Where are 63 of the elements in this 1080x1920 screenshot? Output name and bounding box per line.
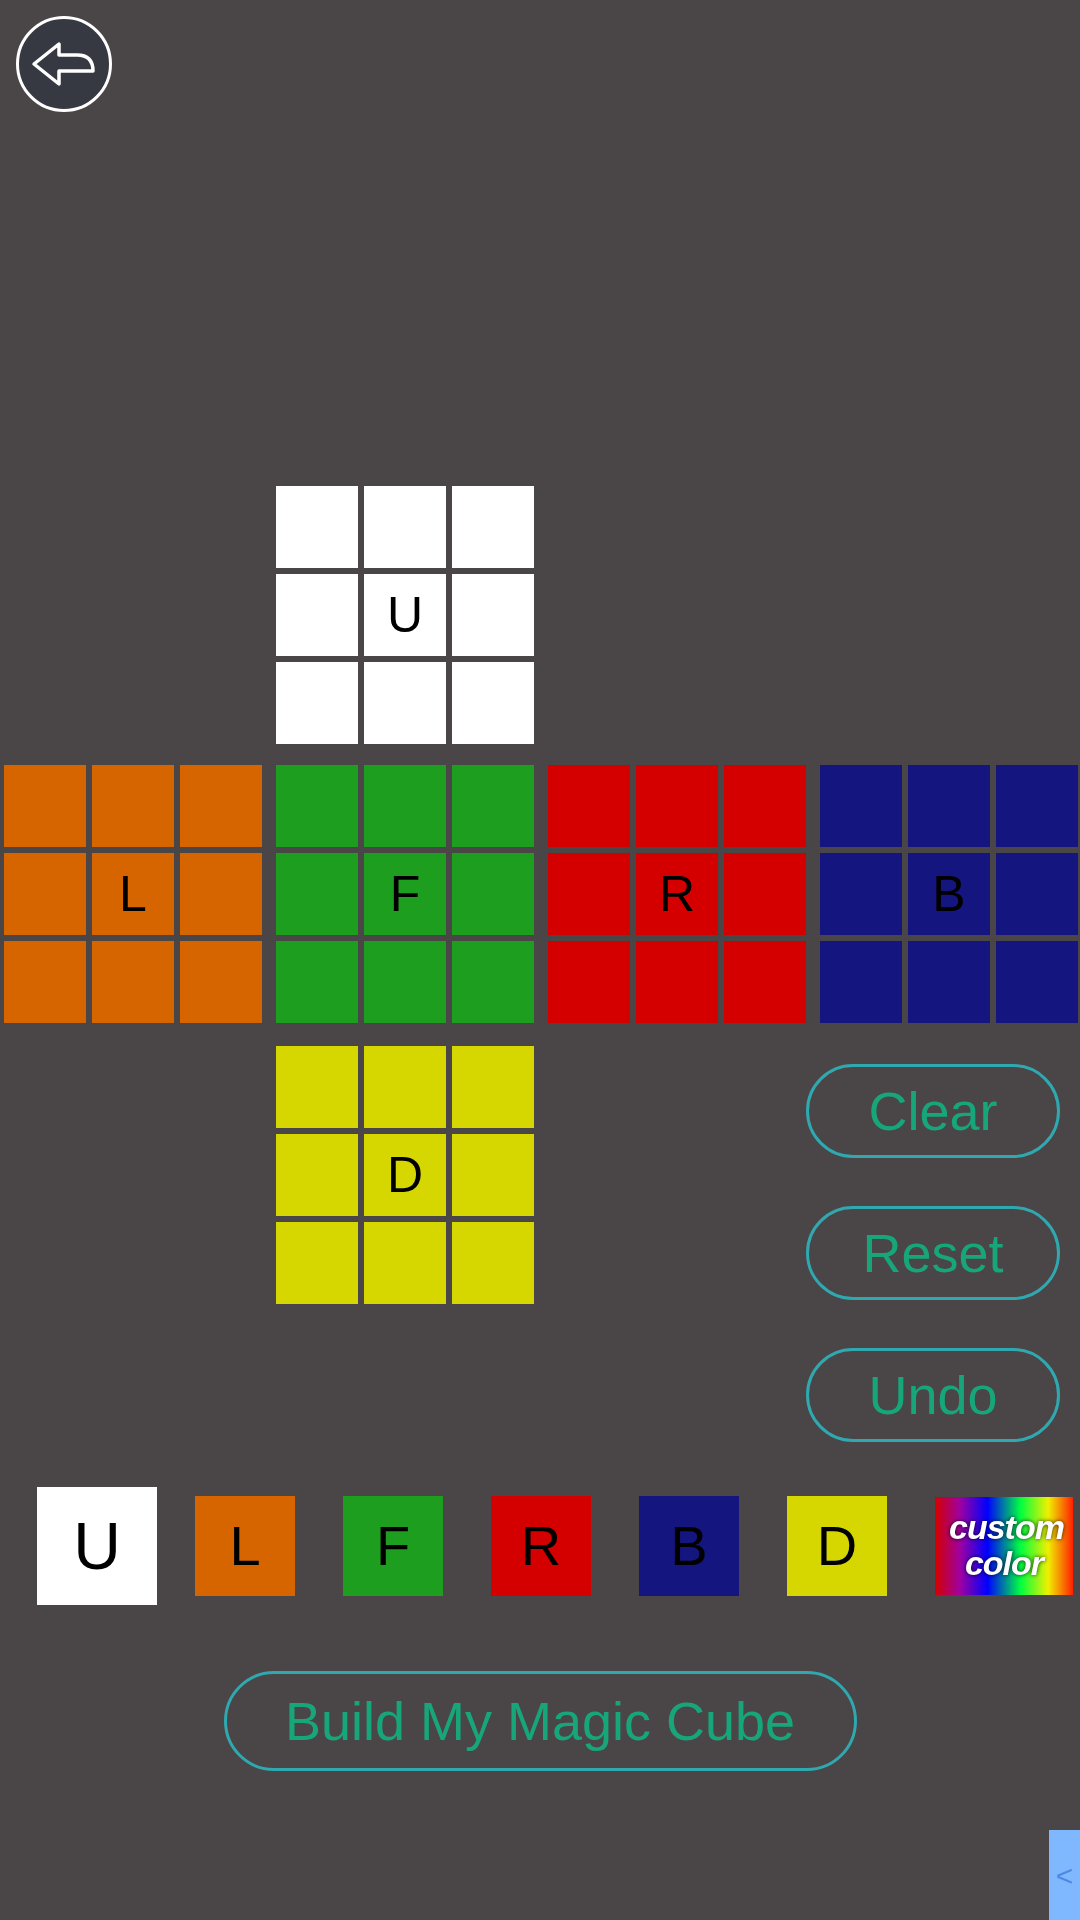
cube-sticker[interactable] <box>724 853 806 935</box>
cube-sticker[interactable] <box>276 1222 358 1304</box>
cube-sticker[interactable] <box>724 765 806 847</box>
cube-sticker[interactable] <box>92 765 174 847</box>
cube-sticker[interactable] <box>364 486 446 568</box>
cube-sticker[interactable]: U <box>364 574 446 656</box>
cube-sticker[interactable] <box>908 941 990 1023</box>
color-swatch[interactable]: R <box>491 1496 591 1596</box>
cube-sticker[interactable] <box>452 941 534 1023</box>
cube-sticker[interactable] <box>92 941 174 1023</box>
build-cube-button[interactable]: Build My Magic Cube <box>223 1671 857 1771</box>
cube-sticker[interactable] <box>180 941 262 1023</box>
cube-sticker[interactable] <box>452 1046 534 1128</box>
cube-sticker[interactable] <box>820 765 902 847</box>
cube-sticker[interactable] <box>276 1046 358 1128</box>
cube-sticker[interactable] <box>452 765 534 847</box>
cube-sticker[interactable] <box>452 486 534 568</box>
cube-sticker[interactable]: R <box>636 853 718 935</box>
cube-sticker[interactable] <box>636 941 718 1023</box>
cube-sticker[interactable] <box>364 662 446 744</box>
cube-sticker[interactable] <box>276 765 358 847</box>
action-button[interactable]: Clear <box>806 1064 1060 1158</box>
cube-sticker[interactable] <box>364 941 446 1023</box>
cube-sticker[interactable] <box>820 941 902 1023</box>
cube-sticker[interactable] <box>996 853 1078 935</box>
cube-sticker[interactable] <box>724 941 806 1023</box>
cube-sticker[interactable] <box>452 574 534 656</box>
color-swatch[interactable]: U <box>37 1487 157 1605</box>
color-swatch[interactable]: L <box>195 1496 295 1596</box>
cube-sticker[interactable] <box>820 853 902 935</box>
cube-sticker[interactable] <box>636 765 718 847</box>
cube-sticker[interactable] <box>908 765 990 847</box>
cube-sticker[interactable] <box>276 941 358 1023</box>
color-swatch[interactable]: F <box>343 1496 443 1596</box>
cube-sticker[interactable]: L <box>92 853 174 935</box>
color-swatch[interactable]: D <box>787 1496 887 1596</box>
cube-sticker[interactable] <box>996 941 1078 1023</box>
cube-sticker[interactable] <box>276 486 358 568</box>
cube-sticker[interactable] <box>548 941 630 1023</box>
cube-sticker[interactable] <box>452 853 534 935</box>
cube-sticker[interactable] <box>452 1222 534 1304</box>
cube-sticker[interactable] <box>548 853 630 935</box>
cube-sticker[interactable] <box>4 853 86 935</box>
cube-sticker[interactable] <box>996 765 1078 847</box>
cube-sticker[interactable] <box>364 1046 446 1128</box>
cube-sticker[interactable] <box>276 662 358 744</box>
cube-sticker[interactable]: D <box>364 1134 446 1216</box>
cube-sticker[interactable] <box>452 1134 534 1216</box>
action-button[interactable]: Reset <box>806 1206 1060 1300</box>
back-arrow-icon <box>31 41 97 87</box>
cube-sticker[interactable] <box>4 765 86 847</box>
cube-sticker[interactable] <box>276 1134 358 1216</box>
cube-sticker[interactable] <box>276 574 358 656</box>
cube-sticker[interactable] <box>364 1222 446 1304</box>
cube-sticker[interactable] <box>276 853 358 935</box>
cube-sticker[interactable] <box>364 765 446 847</box>
action-button[interactable]: Undo <box>806 1348 1060 1442</box>
cube-sticker[interactable] <box>548 765 630 847</box>
cube-sticker[interactable]: F <box>364 853 446 935</box>
cube-sticker[interactable] <box>452 662 534 744</box>
cube-sticker[interactable] <box>180 853 262 935</box>
cube-sticker[interactable] <box>4 941 86 1023</box>
cube-sticker[interactable] <box>180 765 262 847</box>
